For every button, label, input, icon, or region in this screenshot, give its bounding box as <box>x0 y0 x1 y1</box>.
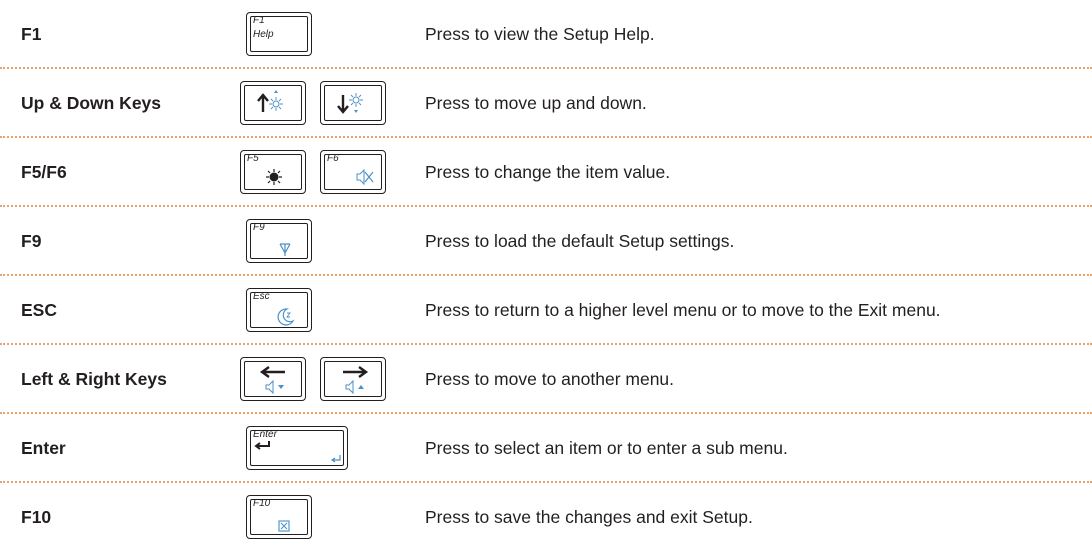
f6-key: F6 <box>320 150 386 194</box>
sleep-moon-icon <box>277 308 295 326</box>
key-name: F1 <box>21 24 42 44</box>
key-sublabel: Help <box>253 29 274 40</box>
up-arrow-brightness-up-icon <box>257 90 283 112</box>
key-description: Press to view the Setup Help. <box>425 24 655 44</box>
key-row-up-down: Up & Down Keys Press to move up and down… <box>0 69 1092 138</box>
key-name: ESC <box>21 300 57 320</box>
f1-key: F1 Help <box>246 12 312 56</box>
key-row-f9: F9 F9 Press to load the default Setup se… <box>0 207 1092 276</box>
key-row-enter: Enter Enter Press to select an item or t… <box>0 414 1092 483</box>
key-description: Press to select an item or to enter a su… <box>425 438 788 458</box>
esc-key: Esc <box>246 288 312 332</box>
key-label: F1 <box>253 15 265 26</box>
down-key <box>320 81 386 125</box>
down-arrow-brightness-down-icon <box>337 93 363 114</box>
key-description: Press to save the changes and exit Setup… <box>425 507 753 527</box>
mute-icon <box>356 168 374 186</box>
key-row-esc: ESC Esc Press to return to a higher leve… <box>0 276 1092 345</box>
key-description: Press to load the default Setup settings… <box>425 231 735 251</box>
up-key <box>240 81 306 125</box>
wireless-antenna-icon <box>279 243 291 256</box>
key-name: F10 <box>21 507 52 527</box>
key-name: Up & Down Keys <box>21 93 162 113</box>
key-row-f5-f6: F5/F6 F5 F6 Press to change the item val… <box>0 138 1092 207</box>
enter-return-icon <box>254 441 341 463</box>
enter-key: Enter <box>246 426 348 470</box>
key-description: Press to move to another menu. <box>425 369 675 389</box>
key-row-f1: F1 F1 Help Press to view the Setup Help. <box>0 0 1092 69</box>
key-name: Left & Right Keys <box>21 369 167 389</box>
key-row-f10: F10 F10 Press to save the changes and ex… <box>0 483 1092 552</box>
key-description: Press to return to a higher level menu o… <box>425 300 941 320</box>
key-description: Press to move up and down. <box>425 93 647 113</box>
left-key <box>240 357 306 401</box>
right-key <box>320 357 386 401</box>
left-arrow-volume-down-icon <box>259 366 285 395</box>
f10-key: F10 <box>246 495 312 539</box>
brightness-icon <box>266 169 282 185</box>
right-arrow-volume-up-icon <box>343 366 369 395</box>
key-name: Enter <box>21 438 66 458</box>
f5-key: F5 <box>240 150 306 194</box>
key-name: F9 <box>21 231 42 251</box>
key-name: F5/F6 <box>21 162 67 182</box>
f9-key: F9 <box>246 219 312 263</box>
display-switch-icon <box>278 520 290 532</box>
key-description: Press to change the item value. <box>425 162 671 182</box>
key-row-left-right: Left & Right Keys Press to move to anoth… <box>0 345 1092 414</box>
